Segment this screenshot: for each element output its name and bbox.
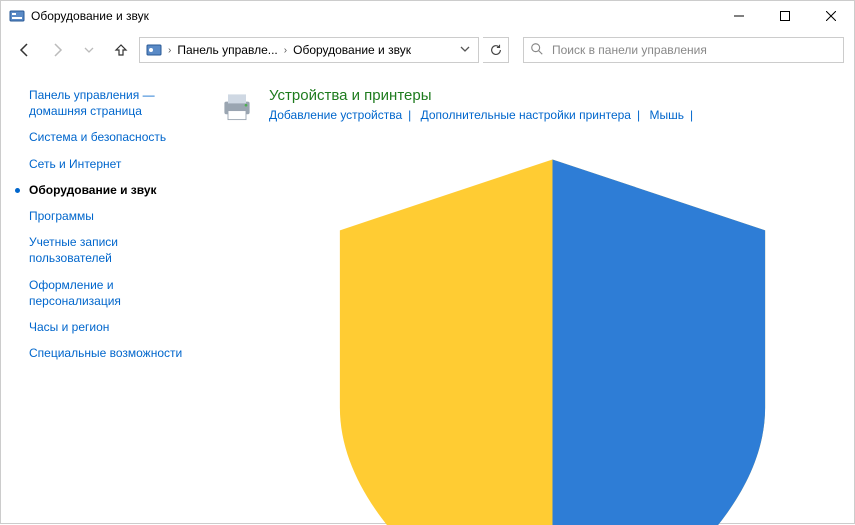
up-button[interactable] bbox=[107, 36, 135, 64]
breadcrumb-seg-1[interactable]: Панель управле... bbox=[173, 43, 281, 57]
content: Устройства и принтеры Добавление устройс… bbox=[199, 69, 854, 525]
titlebar: Оборудование и звук bbox=[1, 1, 854, 31]
sidebar-item-hardware-sound[interactable]: Оборудование и звук bbox=[29, 182, 187, 198]
sidebar-item-programs[interactable]: Программы bbox=[29, 208, 187, 224]
sidebar-item-ease-of-access[interactable]: Специальные возможности bbox=[29, 345, 187, 361]
sidebar: Панель управления — домашняя страница Си… bbox=[1, 69, 199, 525]
category-devices-printers: Устройства и принтеры Добавление устройс… bbox=[199, 81, 844, 525]
window-title: Оборудование и звук bbox=[31, 9, 716, 23]
forward-button[interactable] bbox=[43, 36, 71, 64]
close-button[interactable] bbox=[808, 1, 854, 31]
maximize-button[interactable] bbox=[762, 1, 808, 31]
control-panel-small-icon bbox=[146, 42, 162, 58]
sidebar-item-user-accounts[interactable]: Учетные записи пользователей bbox=[29, 234, 187, 266]
navbar: › Панель управле... › Оборудование и зву… bbox=[1, 31, 854, 69]
refresh-button[interactable] bbox=[483, 37, 509, 63]
chevron-right-icon[interactable]: › bbox=[282, 45, 289, 56]
sidebar-item-home[interactable]: Панель управления — домашняя страница bbox=[29, 87, 187, 119]
printer-icon bbox=[219, 89, 255, 125]
search-input[interactable] bbox=[550, 42, 837, 58]
category-title-devices[interactable]: Устройства и принтеры bbox=[269, 87, 431, 104]
link-mouse[interactable]: Мышь bbox=[649, 108, 684, 122]
search-icon bbox=[530, 42, 544, 59]
link-add-device[interactable]: Добавление устройства bbox=[269, 108, 402, 122]
breadcrumb-dropdown[interactable] bbox=[454, 43, 476, 57]
breadcrumb[interactable]: › Панель управле... › Оборудование и зву… bbox=[139, 37, 479, 63]
control-panel-icon bbox=[9, 8, 25, 24]
recent-dropdown[interactable] bbox=[75, 36, 103, 64]
minimize-button[interactable] bbox=[716, 1, 762, 31]
breadcrumb-seg-2[interactable]: Оборудование и звук bbox=[289, 43, 415, 57]
sidebar-item-appearance[interactable]: Оформление и персонализация bbox=[29, 277, 187, 309]
back-button[interactable] bbox=[11, 36, 39, 64]
chevron-right-icon[interactable]: › bbox=[166, 45, 173, 56]
sidebar-item-system-security[interactable]: Система и безопасность bbox=[29, 129, 187, 145]
sidebar-item-clock-region[interactable]: Часы и регион bbox=[29, 319, 187, 335]
sidebar-item-network[interactable]: Сеть и Интернет bbox=[29, 156, 187, 172]
search-box[interactable] bbox=[523, 37, 844, 63]
link-printer-settings[interactable]: Дополнительные настройки принтера bbox=[421, 108, 631, 122]
